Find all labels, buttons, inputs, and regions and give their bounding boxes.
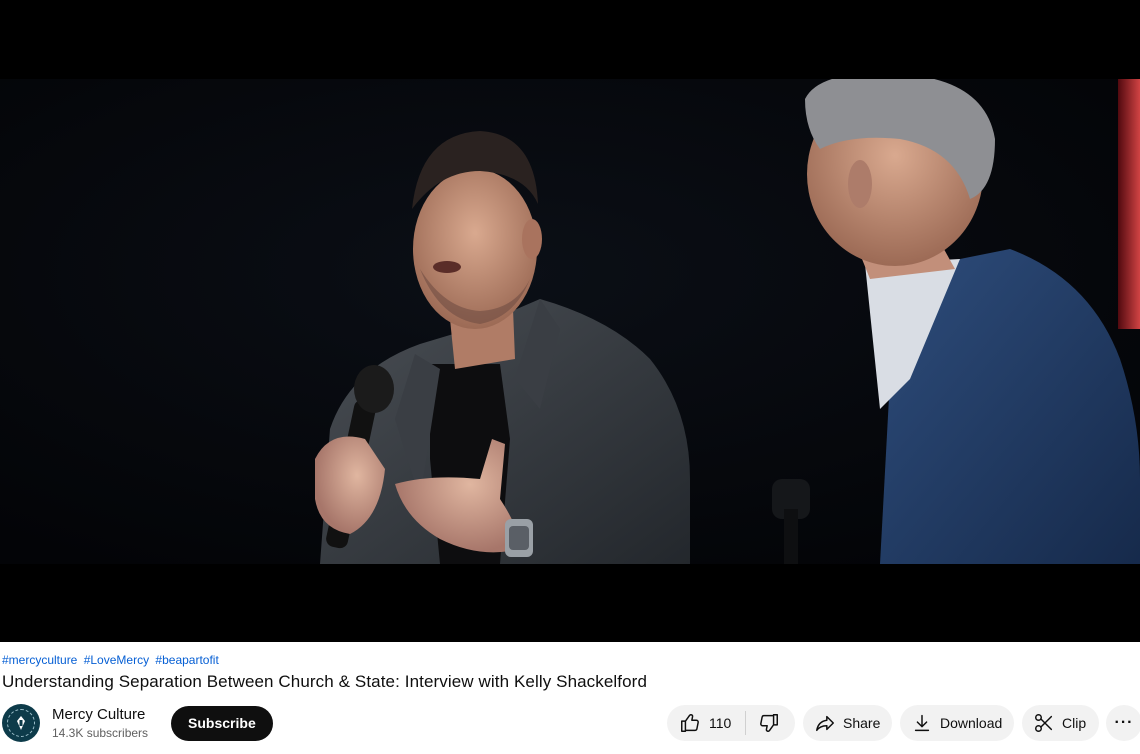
letterbox-bottom: [0, 564, 1140, 642]
thumbs-down-icon: [760, 714, 779, 732]
scissors-icon: [1035, 714, 1053, 732]
video-title: Understanding Separation Between Church …: [2, 672, 648, 691]
hashtag-list: #mercyculture #LoveMercy #beapartofit: [2, 653, 222, 667]
video-player[interactable]: [0, 0, 1140, 642]
share-label: Share: [843, 715, 881, 731]
clip-button[interactable]: Clip: [1022, 705, 1099, 741]
channel-info: Mercy Culture 14.3K subscribers: [52, 705, 148, 741]
like-button[interactable]: 110: [667, 705, 731, 741]
thumbs-up-icon: [681, 714, 699, 732]
channel-logo-icon[interactable]: [2, 704, 40, 742]
more-actions-button[interactable]: ···: [1106, 705, 1140, 741]
channel-name[interactable]: Mercy Culture: [52, 705, 148, 724]
video-still: [0, 79, 1140, 564]
hashtag-link[interactable]: #mercyculture: [2, 653, 77, 667]
like-dislike-group: 110: [667, 705, 795, 741]
share-button[interactable]: Share: [803, 705, 892, 741]
subscriber-count: 14.3K subscribers: [52, 726, 149, 740]
hashtag-link[interactable]: #LoveMercy: [84, 653, 149, 667]
download-label: Download: [940, 715, 1003, 731]
hashtag-link[interactable]: #beapartofit: [155, 653, 218, 667]
subscribe-button[interactable]: Subscribe: [171, 705, 273, 741]
download-icon: [914, 714, 930, 732]
download-button[interactable]: Download: [900, 705, 1014, 741]
clip-label: Clip: [1062, 715, 1087, 731]
letterbox-top: [0, 0, 1140, 79]
dislike-button[interactable]: [746, 705, 780, 741]
channel-mark-icon: [17, 716, 25, 730]
video-frame[interactable]: [0, 79, 1140, 564]
share-arrow-icon: [816, 715, 834, 732]
like-count: 110: [709, 715, 732, 731]
channel-owner: Mercy Culture 14.3K subscribers Subscrib…: [2, 703, 273, 743]
